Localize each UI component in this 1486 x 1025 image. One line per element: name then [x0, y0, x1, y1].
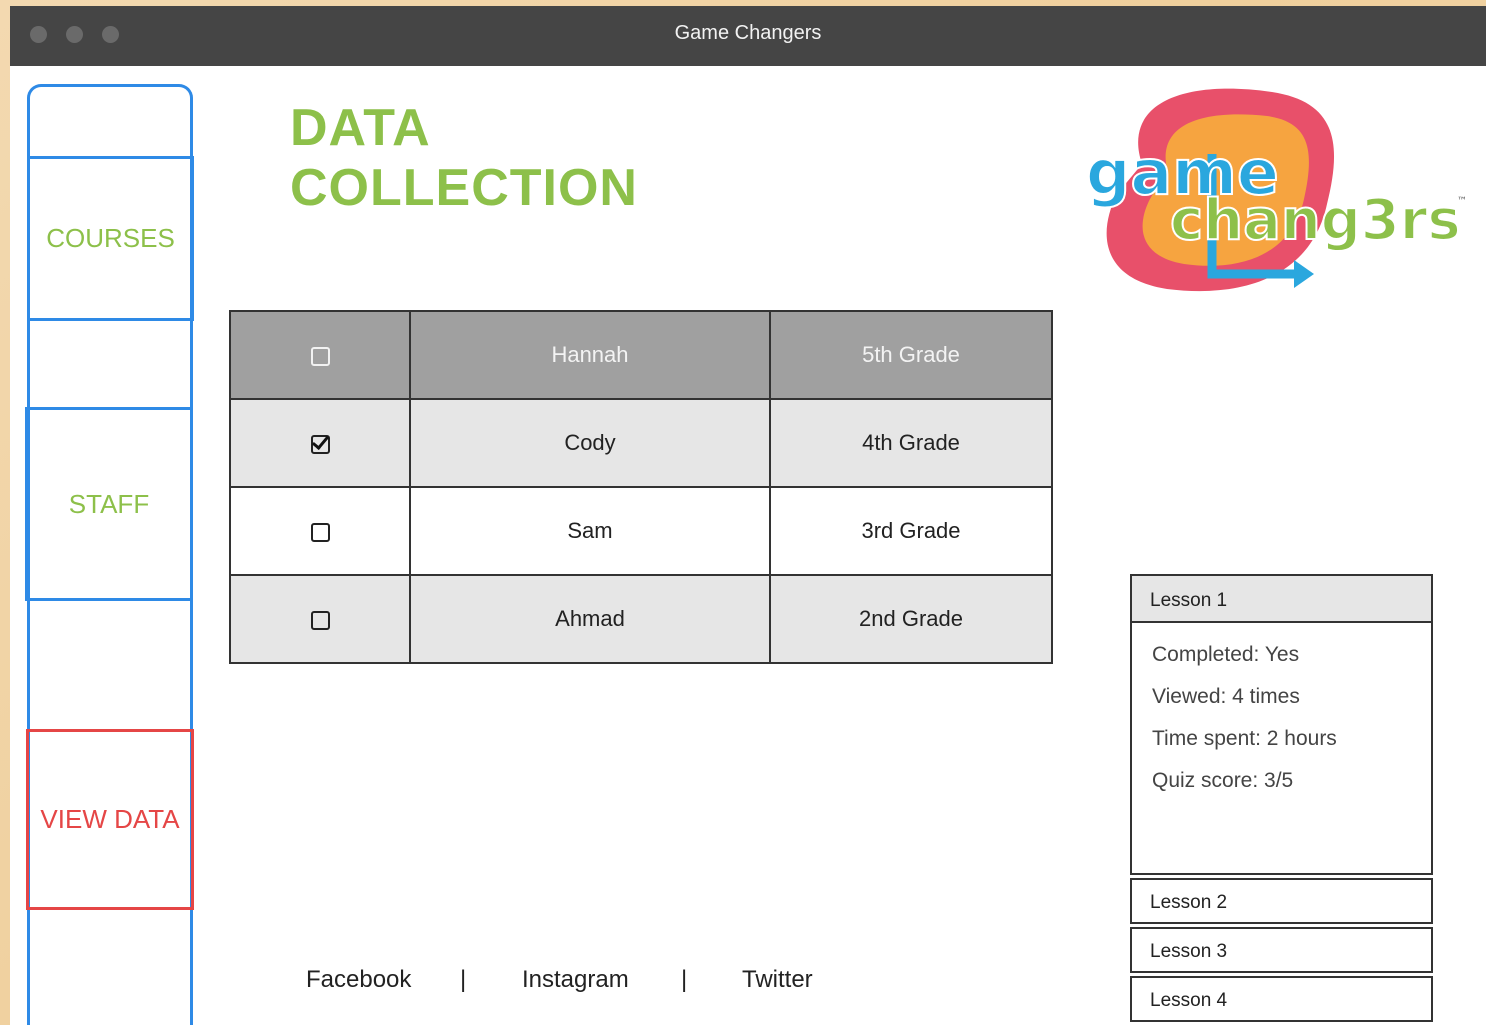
- sidebar-item-staff[interactable]: STAFF: [25, 407, 193, 601]
- lesson-time-spent: Time spent: 2 hours: [1152, 727, 1337, 750]
- checkbox-unchecked[interactable]: [310, 610, 330, 630]
- footer-twitter-link[interactable]: Twitter: [742, 966, 813, 994]
- sidebar-item-view-data[interactable]: VIEW DATA: [26, 729, 194, 910]
- row-checkbox-cell[interactable]: [229, 574, 411, 664]
- facebook-link[interactable]: Facebook: [306, 966, 411, 993]
- students-table: Hannah 5th Grade Cody 4th Grade Sam 3rd …: [229, 310, 1053, 664]
- page-title-line-1: DATA: [290, 99, 431, 157]
- student-grade: 2nd Grade: [769, 574, 1053, 664]
- lesson-quiz-score: Quiz score: 3/5: [1152, 769, 1294, 792]
- table-row[interactable]: Ahmad 2nd Grade: [229, 574, 1053, 664]
- student-name: Ahmad: [409, 574, 771, 664]
- footer-facebook-link[interactable]: Facebook: [306, 966, 411, 994]
- row-checkbox-cell[interactable]: [229, 486, 411, 576]
- checkbox-unchecked[interactable]: [310, 346, 330, 366]
- student-name: Hannah: [409, 310, 771, 400]
- row-checkbox-cell[interactable]: [229, 310, 411, 400]
- row-checkbox-cell[interactable]: [229, 398, 411, 488]
- sidebar-item-courses[interactable]: COURSES: [27, 156, 194, 321]
- lesson-completed: Completed: Yes: [1152, 643, 1300, 666]
- lesson-expanded: Lesson 1 Completed: Yes Viewed: 4 times …: [1130, 574, 1433, 875]
- checkmark-icon: [311, 431, 329, 450]
- logo-text-changers: chang3rs: [1170, 188, 1461, 253]
- app-window: Game Changers COURSES STAFF VIEW DATA DA…: [10, 6, 1486, 1025]
- student-name: Sam: [409, 486, 771, 576]
- lesson-2-header[interactable]: Lesson 2: [1130, 878, 1433, 924]
- lesson-viewed: Viewed: 4 times: [1152, 685, 1300, 708]
- footer-separator: |: [681, 966, 688, 993]
- instagram-link[interactable]: Instagram: [522, 966, 629, 993]
- page-title: DATA COLLECTION: [290, 98, 638, 218]
- game-changers-logo: game chang3rs ™: [1085, 88, 1467, 292]
- checkbox-unchecked[interactable]: [310, 522, 330, 542]
- lesson-4-header[interactable]: Lesson 4: [1130, 976, 1433, 1022]
- student-grade: 4th Grade: [769, 398, 1053, 488]
- footer-separator: |: [460, 966, 467, 993]
- student-grade: 3rd Grade: [769, 486, 1053, 576]
- checkbox-checked[interactable]: [310, 431, 330, 454]
- lesson-3-header[interactable]: Lesson 3: [1130, 927, 1433, 973]
- lessons-panel: Lesson 1 Completed: Yes Viewed: 4 times …: [1130, 574, 1433, 1022]
- window-title: Game Changers: [674, 22, 822, 44]
- lesson-1-header[interactable]: Lesson 1: [1132, 576, 1431, 623]
- lesson-1-details: Completed: Yes Viewed: 4 times Time spen…: [1132, 623, 1431, 873]
- table-row[interactable]: Hannah 5th Grade: [229, 310, 1053, 400]
- student-grade: 5th Grade: [769, 310, 1053, 400]
- logo-arrow-head: [1294, 260, 1314, 288]
- logo-trademark: ™: [1457, 196, 1467, 207]
- student-name: Cody: [409, 398, 771, 488]
- table-row[interactable]: Sam 3rd Grade: [229, 486, 1053, 576]
- twitter-link[interactable]: Twitter: [742, 966, 813, 993]
- page-title-line-2: COLLECTION: [290, 159, 638, 217]
- title-bar: Game Changers: [10, 6, 1486, 66]
- footer-instagram-link[interactable]: Instagram: [522, 966, 629, 994]
- table-row[interactable]: Cody 4th Grade: [229, 398, 1053, 488]
